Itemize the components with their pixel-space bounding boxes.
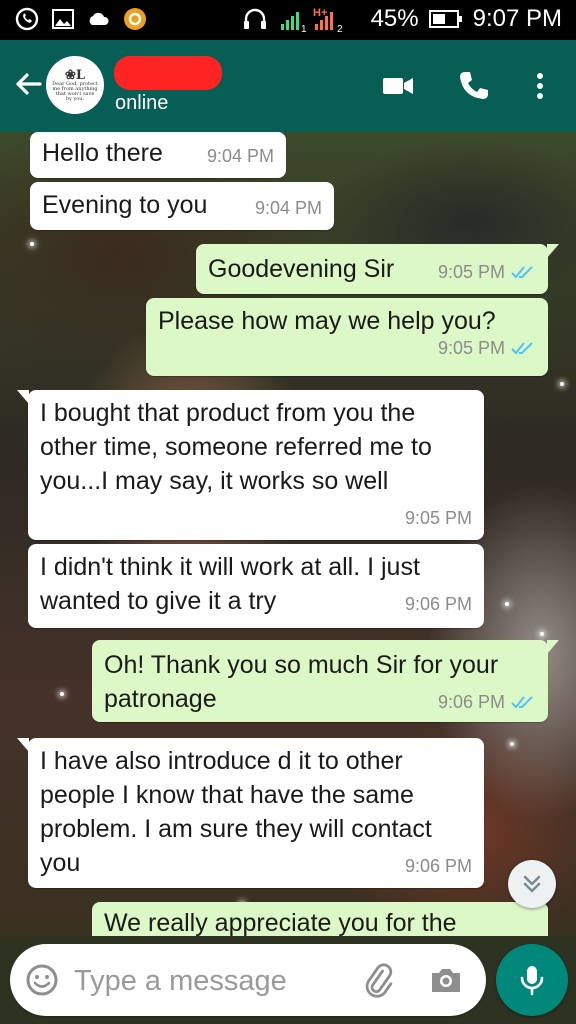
- avatar[interactable]: ❀L Dear God, protect me from anything th…: [46, 56, 104, 114]
- phone-icon[interactable]: [456, 68, 492, 104]
- status-bar-time: 9:07 PM: [472, 5, 562, 32]
- signal-icon: 1 H+ 2: [280, 7, 343, 34]
- scroll-to-bottom-button[interactable]: [508, 860, 556, 908]
- message-time: 9:05 PM: [405, 508, 472, 528]
- read-ticks-icon: [511, 696, 533, 709]
- app-icon: [124, 8, 146, 30]
- message-time-text: 9:06 PM: [404, 856, 472, 876]
- more-options-icon[interactable]: [522, 68, 558, 104]
- message-text: Hello there: [42, 139, 163, 167]
- message-time: 9:06 PM: [438, 692, 536, 712]
- message-time-text: 9:05 PM: [404, 508, 472, 528]
- video-call-icon[interactable]: [380, 68, 416, 104]
- status-bar-left: [14, 6, 148, 32]
- message-time: 9:06 PM: [405, 856, 472, 876]
- chat-header: ❀L Dear God, protect me from anything th…: [0, 40, 576, 132]
- voice-message-button[interactable]: [496, 944, 568, 1016]
- message-incoming[interactable]: I bought that product from you the other…: [17, 390, 484, 540]
- contact-status: online: [115, 92, 169, 114]
- message-incoming[interactable]: I have also introduce d it to other peop…: [17, 738, 484, 888]
- avatar-logo: ❀L: [64, 67, 86, 83]
- battery-percent: 45%: [370, 5, 419, 32]
- whatsapp-icon: [15, 7, 39, 31]
- status-bar: 1 H+ 2 45% 9:07 PM: [0, 0, 576, 40]
- message-text: Goodevening Sir: [208, 255, 395, 283]
- read-ticks-icon: [511, 342, 533, 355]
- message-time-text: 9:05 PM: [437, 262, 505, 282]
- message-time: 9:04 PM: [255, 198, 322, 218]
- message-time: 9:06 PM: [405, 594, 472, 614]
- emoji-icon[interactable]: [24, 962, 60, 998]
- attach-icon[interactable]: [360, 962, 396, 998]
- message-text: We really appreciate you for the: [104, 909, 457, 936]
- status-bar-right: 1 H+ 2 45% 9:07 PM: [241, 4, 562, 34]
- message-outgoing[interactable]: Please how may we help you? 9:05 PM: [146, 298, 548, 376]
- battery-icon: [428, 10, 462, 28]
- avatar-text: Dear God, protect me from anything that …: [52, 80, 98, 102]
- message-incoming[interactable]: Evening to you 9:04 PM: [30, 182, 334, 230]
- camera-icon[interactable]: [428, 962, 464, 998]
- message-text: I didn't think it will work at all. I ju…: [40, 553, 420, 615]
- message-time: 9:04 PM: [207, 146, 274, 166]
- message-time: 9:05 PM: [438, 262, 536, 282]
- weather-icon: [89, 12, 109, 25]
- sim2-label: 2: [337, 24, 343, 34]
- message-text: I bought that product from you the other…: [40, 399, 432, 495]
- headset-icon: [243, 8, 266, 29]
- message-outgoing[interactable]: We really appreciate you for the: [92, 902, 548, 936]
- message-time: 9:05 PM: [178, 338, 536, 358]
- contact-name-redacted[interactable]: [114, 56, 222, 90]
- mic-icon: [520, 966, 544, 996]
- message-input[interactable]: [72, 958, 336, 1004]
- message-composer: [10, 944, 486, 1016]
- message-time-text: 9:04 PM: [254, 198, 322, 218]
- message-time-text: 9:06 PM: [404, 594, 472, 614]
- chat-area[interactable]: Hello there 9:04 PM Evening to you 9:04 …: [0, 132, 576, 936]
- message-text: Please how may we help you?: [158, 307, 496, 335]
- message-text: Evening to you: [42, 191, 208, 219]
- gallery-icon: [52, 9, 74, 29]
- message-outgoing[interactable]: Oh! Thank you so much Sir for your patro…: [92, 640, 559, 722]
- message-time-text: 9:04 PM: [206, 146, 274, 166]
- message-time-text: 9:05 PM: [437, 338, 505, 358]
- message-time-text: 9:06 PM: [437, 692, 505, 712]
- read-ticks-icon: [511, 266, 533, 279]
- message-incoming[interactable]: I didn't think it will work at all. I ju…: [28, 544, 484, 628]
- double-chevron-down-icon: [523, 875, 541, 893]
- back-arrow-icon[interactable]: [10, 66, 46, 102]
- sim1-label: 1: [301, 24, 307, 34]
- message-outgoing[interactable]: Goodevening Sir 9:05 PM: [196, 244, 559, 294]
- message-text: I have also introduce d it to other peop…: [40, 747, 432, 877]
- message-incoming[interactable]: Hello there 9:04 PM: [30, 132, 286, 178]
